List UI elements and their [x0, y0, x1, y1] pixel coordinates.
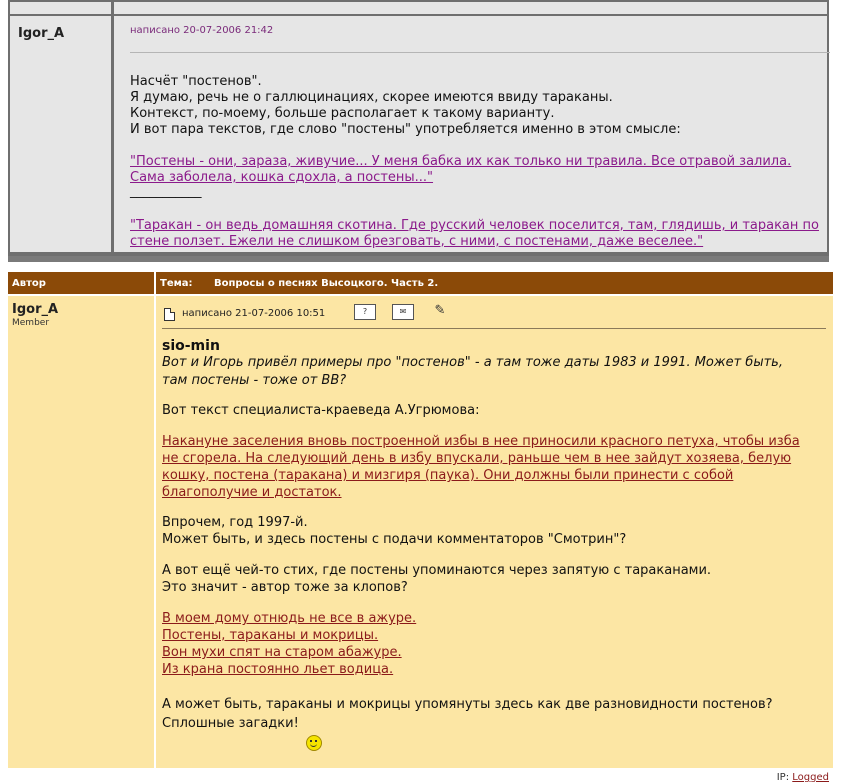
post-text-line: Впрочем, год 1997-й. [162, 515, 308, 530]
post-text-line: Контекст, по-моему, больше располагает к… [130, 106, 555, 121]
previous-post-bottom-strip [8, 256, 829, 262]
post-text-line: Сплошные загадки! [162, 716, 299, 731]
post-body: написано 21-07-2006 10:51 ? ✉ ✎ sio-min … [156, 296, 833, 783]
quote-link[interactable]: "Таракан - он ведь домашняя скотина. Где… [130, 217, 819, 234]
author-column-header: Автор [12, 278, 46, 289]
divider [130, 52, 830, 53]
topic-label: Тема: [160, 278, 193, 289]
post-text-line: Вот текст специалиста-краеведа А.Угрюмов… [162, 403, 480, 418]
poem-link[interactable]: Из крана постоянно льет водица. [162, 661, 393, 678]
smiley-icon [306, 735, 322, 751]
divider [162, 328, 826, 329]
previous-post-top-strip [10, 2, 111, 14]
post-text-line: И вот пара текстов, где слово "постены" … [130, 122, 681, 137]
posted-date: написано 21-07-2006 10:51 [182, 308, 326, 319]
author-name[interactable]: Igor_A [12, 302, 58, 317]
author-rank: Member [12, 318, 50, 328]
previous-post-body: написано 20-07-2006 21:42 Насчёт "постен… [114, 16, 830, 252]
email-icon[interactable]: ✉ [392, 304, 414, 320]
quote-line: Вот и Игорь привёл примеры про "постенов… [162, 355, 783, 370]
edit-icon[interactable]: ✎ [432, 304, 448, 318]
forum-thread-table: Автор Тема: Вопросы о песнях Высоцкого. … [8, 272, 833, 783]
profile-icon[interactable]: ? [354, 304, 376, 320]
quote-line: там постены - тоже от ВВ? [162, 373, 347, 388]
post-text-line: А может быть, тараканы и мокрицы упомяну… [162, 697, 773, 712]
previous-post-top-strip [114, 2, 827, 14]
post-text-line: А вот ещё чей-то стих, где постены упоми… [162, 563, 712, 578]
source-link[interactable]: благополучие и достаток. [162, 484, 342, 501]
poem-link[interactable]: Постены, тараканы и мокрицы. [162, 627, 378, 644]
post-text-line: Насчёт "постенов". [130, 74, 262, 89]
post-text-line: Я думаю, речь не о галлюцинациях, скорее… [130, 90, 613, 105]
post-document-icon [164, 308, 175, 321]
quote-link[interactable]: "Постены - они, зараза, живучие... У мен… [130, 153, 791, 170]
posted-date: написано 20-07-2006 21:42 [130, 25, 274, 36]
separator-line: ___________ [130, 184, 202, 199]
post-text-line: Это значит - автор тоже за клопов? [162, 580, 408, 595]
source-link[interactable]: Накануне заселения вновь построенной изб… [162, 433, 800, 450]
post-text-line: Может быть, и здесь постены с подачи ком… [162, 532, 627, 547]
source-link[interactable]: не сгорела. На следующий день в избу впу… [162, 450, 791, 467]
previous-post: Igor_A написано 20-07-2006 21:42 Насчёт … [8, 0, 830, 260]
post-author-cell: Igor_A Member [8, 296, 154, 768]
table-header: Автор Тема: Вопросы о песнях Высоцкого. … [8, 272, 833, 294]
topic-title: Вопросы о песнях Высоцкого. Часть 2. [214, 278, 439, 289]
source-link[interactable]: кошку, постена (таракана) и мизгиря (пау… [162, 467, 733, 484]
previous-post-author-cell: Igor_A [10, 16, 111, 252]
poem-link[interactable]: В моем дому отнюдь не все в ажуре. [162, 610, 416, 627]
quoted-username: sio-min [162, 338, 220, 354]
quote-link[interactable]: стене ползет. Ежели не слишком брезговат… [130, 233, 703, 250]
author-name[interactable]: Igor_A [18, 26, 64, 41]
poem-link[interactable]: Вон мухи спят на старом абажуре. [162, 644, 402, 661]
header-divider [154, 272, 156, 294]
